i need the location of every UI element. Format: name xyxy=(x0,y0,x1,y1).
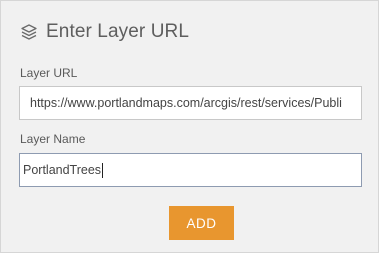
text-caret xyxy=(102,162,104,178)
layer-url-label: Layer URL xyxy=(20,66,78,80)
layer-name-input[interactable]: PortlandTrees xyxy=(19,153,362,187)
layer-url-input[interactable]: https://www.portlandmaps.com/arcgis/rest… xyxy=(19,86,362,120)
layer-url-value: https://www.portlandmaps.com/arcgis/rest… xyxy=(30,96,342,110)
layer-name-value: PortlandTrees xyxy=(23,163,102,177)
add-button[interactable]: ADD xyxy=(169,206,234,240)
panel-title: Enter Layer URL xyxy=(46,21,190,42)
layers-icon xyxy=(21,24,37,40)
panel-header: Enter Layer URL xyxy=(19,20,189,44)
add-layer-panel: Enter Layer URL Layer URL https://www.po… xyxy=(0,0,379,253)
layer-name-label: Layer Name xyxy=(20,132,86,146)
